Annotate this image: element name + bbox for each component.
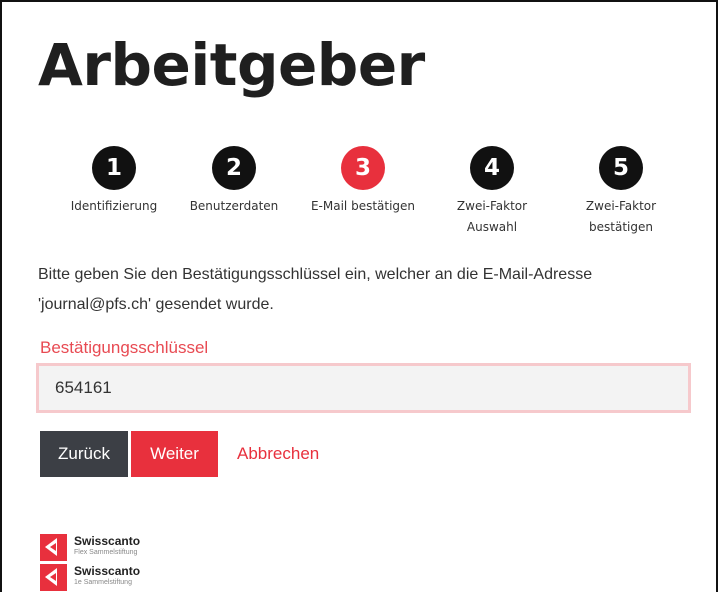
next-button[interactable]: Weiter [131, 431, 218, 477]
logo-name: Swisscanto [74, 534, 141, 548]
step-label-line: Zwei-Faktor [456, 199, 528, 213]
cancel-link[interactable]: Abbrechen [237, 431, 319, 477]
step-number: 3 [341, 146, 385, 190]
step-4: 4 Zwei-Faktor Auswahl [428, 146, 556, 238]
confirmation-key-field-wrapper [36, 363, 691, 413]
swisscanto-1e-logo: Swisscanto 1e Sammelstiftung [40, 564, 240, 591]
step-5: 5 Zwei-Faktor bestätigen [557, 146, 685, 238]
step-label: Identifizierung [70, 199, 158, 213]
confirmation-key-input[interactable] [39, 366, 688, 410]
swisscanto-logo-icon [40, 534, 67, 561]
swisscanto-flex-logo: Swisscanto Flex Sammelstiftung [40, 534, 240, 561]
logo-subtitle: 1e Sammelstiftung [74, 579, 132, 586]
page-title: Arbeitgeber [38, 31, 425, 99]
step-label-line: bestätigen [589, 220, 653, 234]
step-label: Benutzerdaten [189, 199, 279, 213]
footer-logos: Swisscanto Flex Sammelstiftung Swisscant… [40, 534, 240, 592]
step-number: 4 [470, 146, 514, 190]
step-label: Zwei-Faktor bestätigen [557, 196, 685, 238]
logo-subtitle: Flex Sammelstiftung [74, 549, 138, 556]
instruction-text: Bitte geben Sie den Bestätigungsschlüsse… [38, 260, 698, 320]
confirmation-key-label: Bestätigungsschlüssel [40, 338, 209, 357]
step-label: Zwei-Faktor Auswahl [428, 196, 556, 238]
step-1: 1 Identifizierung [50, 146, 178, 217]
logo-name: Swisscanto [74, 564, 141, 578]
swisscanto-logo-icon [40, 564, 67, 591]
step-number: 2 [212, 146, 256, 190]
instruction-line: Bitte geben Sie den Bestätigungsschlüsse… [38, 266, 593, 283]
step-number: 1 [92, 146, 136, 190]
step-3: 3 E-Mail bestätigen [299, 146, 427, 217]
step-number: 5 [599, 146, 643, 190]
stepper: 1 Identifizierung 2 Benutzerdaten 3 E-Ma… [50, 146, 690, 242]
step-2: 2 Benutzerdaten [170, 146, 298, 217]
back-button[interactable]: Zurück [40, 431, 128, 477]
instruction-line: 'journal@pfs.ch' gesendet wurde. [38, 296, 274, 313]
step-label: E-Mail bestätigen [310, 199, 416, 213]
step-label-line: Zwei-Faktor [585, 199, 657, 213]
step-label-line: Auswahl [466, 220, 518, 234]
